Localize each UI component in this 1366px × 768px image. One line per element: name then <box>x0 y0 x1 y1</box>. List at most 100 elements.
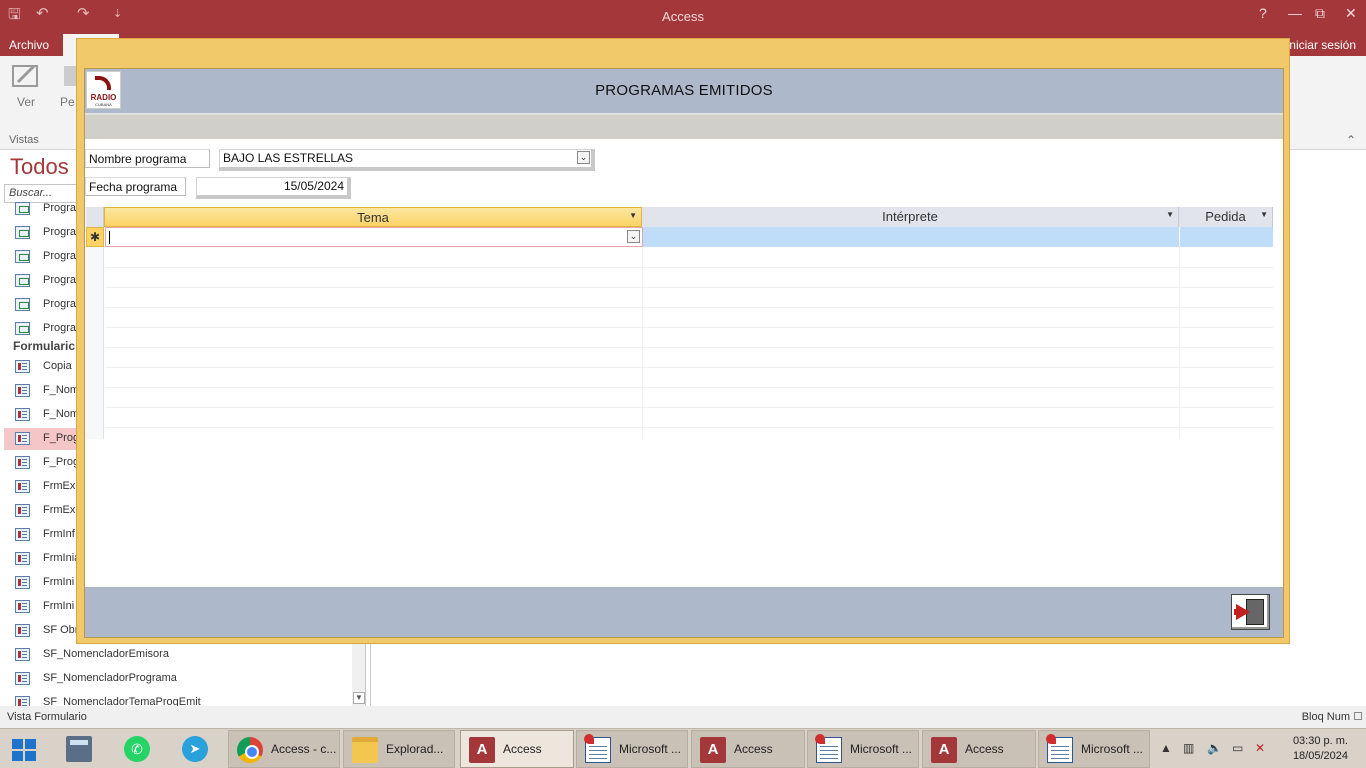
monitor-icon[interactable]: ▭ <box>1232 741 1243 755</box>
grid-line <box>105 367 1273 368</box>
column-header-tema[interactable]: Tema ▼ <box>104 207 642 227</box>
nav-pane-title[interactable]: Todos l <box>10 154 80 180</box>
form-icon <box>15 696 30 706</box>
help-button[interactable]: ? <box>1259 5 1267 21</box>
clock-time: 03:30 p. m. <box>1292 735 1348 747</box>
status-bar: Vista Formulario Bloq Num <box>0 706 1366 728</box>
title-bar: 🖫 ↶ ↷ ⇣ Access ? — ⧉ ✕ <box>0 0 1366 34</box>
nav-form-item[interactable]: SF_NomencladorTemaProgEmit <box>4 692 348 706</box>
access-icon: A <box>931 737 957 763</box>
grid-line <box>105 287 1273 288</box>
form-icon <box>15 504 30 517</box>
text-caret <box>109 231 110 244</box>
form-icon <box>15 648 30 661</box>
program-name-label: Nombre programa <box>85 149 210 168</box>
column-label-interprete: Intérprete <box>882 209 938 224</box>
form-icon <box>15 576 30 589</box>
form-view-icon[interactable] <box>1354 712 1362 720</box>
form-icon <box>15 624 30 637</box>
pedida-cell[interactable] <box>1180 227 1273 247</box>
sort-filter-icon[interactable]: ▼ <box>1166 210 1174 219</box>
taskbar-access-1[interactable]: A Access <box>460 730 574 768</box>
notification-error-icon[interactable]: ✕ <box>1255 741 1265 755</box>
telegram-taskbar-button[interactable]: ➤ <box>174 730 218 768</box>
access-icon: A <box>700 737 726 763</box>
chevron-down-icon[interactable]: ⌄ <box>627 230 640 243</box>
nav-item-label: Progra <box>43 274 77 286</box>
show-hidden-icons-icon[interactable]: ▲ <box>1160 741 1172 755</box>
taskbar-access-2[interactable]: A Access <box>691 730 805 768</box>
taskbar-explorer[interactable]: Explorad... <box>343 730 455 768</box>
taskbar-msaccess-2[interactable]: Microsoft ... <box>807 730 919 768</box>
new-record-selector[interactable]: ✱ <box>86 227 104 247</box>
grid-line <box>105 267 1273 268</box>
songs-datasheet: Tema ▼ Intérprete ▼ Pedida ▼ ✱ ⌄ <box>86 207 1273 439</box>
grid-line <box>105 347 1273 348</box>
tab-archivo[interactable]: Archivo <box>9 38 49 52</box>
sign-in-link[interactable]: niciar sesión <box>1289 38 1356 52</box>
chevron-down-icon[interactable]: ⌄ <box>577 151 590 164</box>
form-icon <box>15 408 30 421</box>
system-clock[interactable]: 03:30 p. m. 18/05/2024 <box>1293 734 1348 764</box>
column-header-pedida[interactable]: Pedida ▼ <box>1179 207 1273 227</box>
network-icon[interactable]: ▥ <box>1183 741 1194 755</box>
tema-cell-combo[interactable]: ⌄ <box>105 227 643 247</box>
msaccess-form-icon <box>815 734 842 763</box>
taskbar-msaccess-3[interactable]: Microsoft ... <box>1038 730 1150 768</box>
program-date-input[interactable]: 15/05/2024 <box>196 177 351 199</box>
nav-item-label: SF Obr <box>43 624 79 636</box>
nav-item-label: FrmInia <box>43 552 81 564</box>
form-title: PROGRAMAS EMITIDOS <box>595 82 773 99</box>
volume-icon[interactable]: 🔈 <box>1207 741 1222 755</box>
form-icon <box>15 480 30 493</box>
calculator-icon <box>66 736 92 762</box>
whatsapp-taskbar-button[interactable]: ✆ <box>116 730 160 768</box>
ribbon-group-vistas: Vistas <box>9 134 39 146</box>
form-icon <box>15 552 30 565</box>
nav-item-label: SF_NomencladorEmisora <box>43 648 169 660</box>
grid-line <box>105 327 1273 328</box>
msaccess-form-icon <box>584 734 611 763</box>
whatsapp-icon: ✆ <box>124 736 150 762</box>
taskbar-msaccess-1[interactable]: Microsoft ... <box>576 730 688 768</box>
taskbar-access-3[interactable]: A Access <box>922 730 1036 768</box>
start-button[interactable] <box>0 730 50 768</box>
program-name-combo[interactable]: BAJO LAS ESTRELLAS ⌄ <box>219 149 595 171</box>
chrome-icon <box>237 737 263 763</box>
exit-button[interactable] <box>1231 594 1270 630</box>
scroll-down-icon[interactable]: ▼ <box>353 692 365 704</box>
query-icon <box>15 322 30 335</box>
column-header-interprete[interactable]: Intérprete ▼ <box>642 207 1179 227</box>
nav-item-label: FrmIni <box>43 576 75 588</box>
nav-form-item[interactable]: SF_NomencladorEmisora <box>4 644 348 666</box>
taskbar-label: Microsoft ... <box>619 742 682 756</box>
sort-filter-icon[interactable]: ▼ <box>629 211 637 220</box>
view-button[interactable]: Ver <box>8 60 44 109</box>
sort-filter-icon[interactable]: ▼ <box>1260 210 1268 219</box>
interprete-cell[interactable] <box>643 227 1179 247</box>
taskbar-label: Access <box>734 742 773 756</box>
form-programas-emitidos: RADIO CUBANA PROGRAMAS EMITIDOS Nombre p… <box>84 68 1284 638</box>
grid-line <box>105 407 1273 408</box>
window-title: Access <box>662 9 704 24</box>
nav-item-label: Progra <box>43 322 77 334</box>
query-icon <box>15 274 30 287</box>
taskbar-label: Microsoft ... <box>850 742 913 756</box>
restore-button[interactable]: ⧉ <box>1315 5 1325 22</box>
collapse-ribbon-button[interactable]: ⌃ <box>1346 133 1356 147</box>
column-label-pedida: Pedida <box>1205 209 1246 224</box>
nav-form-item[interactable]: SF_NomencladorPrograma <box>4 668 348 690</box>
exit-arrow-head-icon <box>1236 604 1250 620</box>
form-icon <box>15 432 30 445</box>
taskbar-chrome-access[interactable]: Access - c... <box>228 730 340 768</box>
nav-section-forms[interactable]: Formularic <box>13 339 75 353</box>
telegram-icon: ➤ <box>182 736 208 762</box>
minimize-button[interactable]: — <box>1288 5 1302 21</box>
status-view-text: Vista Formulario <box>7 711 87 723</box>
nav-item-label: SF_NomencladorTemaProgEmit <box>43 696 201 706</box>
select-all-corner[interactable] <box>86 207 104 227</box>
calculator-taskbar-button[interactable] <box>58 730 102 768</box>
close-button[interactable]: ✕ <box>1345 5 1357 22</box>
grid-line <box>642 247 643 439</box>
grid-line <box>105 307 1273 308</box>
